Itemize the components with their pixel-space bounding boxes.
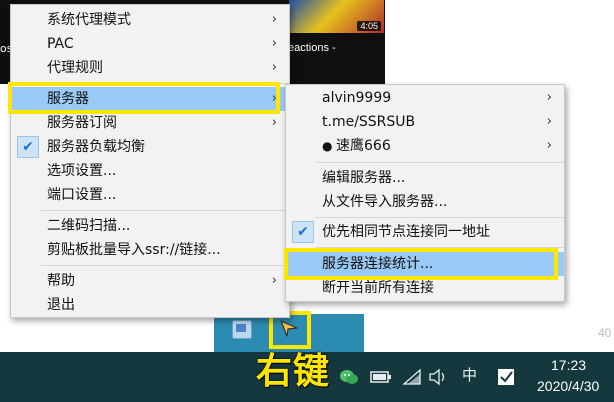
submenu-item-suying666[interactable]: ● 速鹰666 › xyxy=(286,134,564,158)
menu-item-pac[interactable]: PAC › xyxy=(11,32,289,56)
menu-separator xyxy=(316,162,564,163)
menu-separator xyxy=(316,247,564,248)
menu-item-server-subscription[interactable]: 服务器订阅 › xyxy=(11,111,289,135)
chevron-right-icon: › xyxy=(271,115,277,130)
menu-item-exit[interactable]: 退出 xyxy=(11,293,289,317)
notification-icon[interactable] xyxy=(496,367,516,387)
chevron-right-icon: › xyxy=(546,90,552,105)
menu-item-qrcode-scan[interactable]: 二维码扫描... xyxy=(11,214,289,238)
selected-bullet-icon: ● xyxy=(322,139,333,153)
submenu-item-import-from-file[interactable]: 从文件导入服务器... xyxy=(286,190,564,214)
video-thumbnail[interactable]: 4:05 xyxy=(289,0,384,33)
menu-separator xyxy=(41,265,289,266)
chevron-right-icon: › xyxy=(271,12,277,27)
page-side-number: 40 xyxy=(598,326,612,340)
wechat-icon[interactable] xyxy=(339,368,359,386)
menu-separator xyxy=(41,83,289,84)
chevron-right-icon: › xyxy=(546,138,552,153)
clock-time[interactable]: 17:23 xyxy=(551,357,586,373)
checkmark-icon: ✔ xyxy=(297,224,309,240)
menu-item-proxy-rules[interactable]: 代理规则 › xyxy=(11,56,289,80)
servers-submenu: alvin9999 › t.me/SSRSUB › ● 速鹰666 › 编辑服务… xyxy=(285,84,565,302)
menu-item-servers[interactable]: 服务器 › xyxy=(11,87,289,111)
wifi-icon[interactable] xyxy=(402,368,422,386)
clock-date[interactable]: 2020/4/30 xyxy=(537,378,599,394)
chevron-right-icon: › xyxy=(271,273,277,288)
menu-separator xyxy=(41,210,289,211)
submenu-item-disconnect-all[interactable]: 断开当前所有连接 xyxy=(286,276,564,300)
checkmark-icon: ✔ xyxy=(22,139,34,155)
video-title-fragment: eactions - xyxy=(288,42,336,54)
menu-item-help[interactable]: 帮助 › xyxy=(11,269,289,293)
submenu-item-connection-stats[interactable]: 服务器连接统计... xyxy=(286,252,564,276)
submenu-item-same-node-priority[interactable]: ✔ 优先相同节点连接同一地址 xyxy=(286,220,564,244)
menu-item-clipboard-import[interactable]: 剪贴板批量导入ssr://链接... xyxy=(11,238,289,262)
menu-separator xyxy=(316,217,564,218)
ssr-app-icon[interactable] xyxy=(232,320,252,339)
chevron-right-icon: › xyxy=(271,91,277,106)
menu-item-system-proxy-mode[interactable]: 系统代理模式 › xyxy=(11,8,289,32)
chevron-right-icon: › xyxy=(271,60,277,75)
chevron-right-icon: › xyxy=(271,36,277,51)
ssr-context-menu: 系统代理模式 › PAC › 代理规则 › 服务器 › 服务器订阅 › ✔ 服务… xyxy=(10,4,290,318)
right-click-annotation: 右键 xyxy=(256,351,331,392)
menu-item-options[interactable]: 选项设置... xyxy=(11,159,289,183)
submenu-item-edit-servers[interactable]: 编辑服务器... xyxy=(286,166,564,190)
paper-plane-icon[interactable] xyxy=(279,318,299,338)
submenu-item-alvin9999[interactable]: alvin9999 › xyxy=(286,86,564,110)
ime-indicator[interactable]: 中 xyxy=(462,366,477,384)
chevron-right-icon: › xyxy=(546,114,552,129)
menu-item-port-settings[interactable]: 端口设置... xyxy=(11,183,289,207)
battery-icon[interactable] xyxy=(370,370,392,384)
video-duration: 4:05 xyxy=(357,21,381,31)
menu-item-load-balance[interactable]: ✔ 服务器负载均衡 xyxy=(11,135,289,159)
volume-icon[interactable] xyxy=(428,368,448,386)
submenu-item-ssrsub[interactable]: t.me/SSRSUB › xyxy=(286,110,564,134)
